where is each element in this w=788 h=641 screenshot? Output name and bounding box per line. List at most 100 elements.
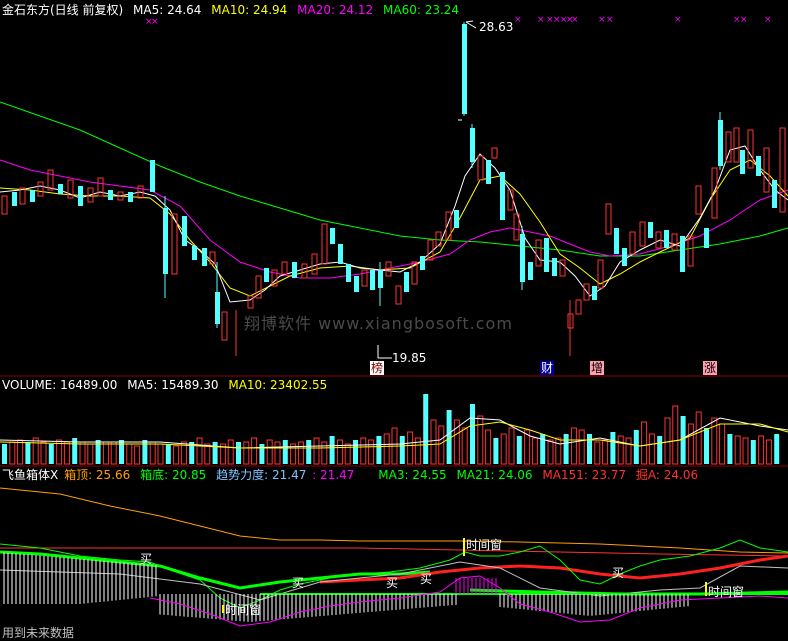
volume-bar bbox=[734, 435, 741, 465]
svg-text:×: × bbox=[674, 15, 682, 25]
volume-panel-header: VOLUME: 16489.00 MA5: 15489.30 MA10: 234… bbox=[2, 377, 333, 393]
volume-bar bbox=[336, 439, 343, 465]
volume-bar bbox=[48, 444, 54, 464]
volume-bar bbox=[711, 417, 718, 465]
volume-bar bbox=[531, 437, 538, 465]
svg-text:×: × bbox=[151, 17, 159, 27]
low-price-label: 19.85 bbox=[392, 351, 427, 365]
volume-bars bbox=[2, 394, 780, 465]
volume-bar bbox=[687, 423, 694, 465]
time-window-label-3: 时间窗 bbox=[708, 585, 745, 599]
event-tag-zhang[interactable]: 涨 bbox=[703, 361, 718, 375]
volume-bar bbox=[485, 429, 492, 465]
volume-bar bbox=[672, 405, 679, 465]
volume-bar bbox=[329, 436, 335, 464]
trend2-value: : 21.47 bbox=[312, 468, 355, 482]
volume-bar bbox=[173, 445, 180, 465]
volume-bar bbox=[438, 425, 445, 465]
volume-bar bbox=[251, 437, 258, 465]
volume-bar bbox=[578, 429, 585, 465]
footer-note: 用到未来数据 bbox=[2, 626, 75, 640]
volume-bar bbox=[102, 441, 109, 465]
volume-bar bbox=[297, 441, 304, 465]
volume-bar bbox=[376, 436, 382, 464]
event-tag-cai[interactable]: 财 bbox=[540, 361, 555, 375]
volume-bar bbox=[282, 440, 288, 464]
volume-bar bbox=[610, 432, 616, 464]
volume-bar bbox=[32, 437, 39, 465]
buy-label-3: 买 bbox=[386, 576, 399, 590]
volume-bar bbox=[587, 434, 592, 464]
signal-markers: ×× × × × × ××× × × × × × × bbox=[145, 15, 772, 27]
box-bottom-value: 箱底: 20.85 bbox=[140, 468, 207, 482]
volume-bar bbox=[368, 439, 375, 465]
volume-bar bbox=[774, 434, 780, 464]
time-window-label-2: 时间窗 bbox=[466, 538, 503, 552]
volume-bar bbox=[633, 430, 639, 464]
volume-bar bbox=[2, 444, 7, 464]
high-price-marker bbox=[465, 20, 477, 29]
volume-bar bbox=[657, 436, 663, 464]
volume-value: VOLUME: 16489.00 bbox=[2, 378, 118, 392]
svg-text:×: × bbox=[537, 15, 545, 25]
volume-bar bbox=[750, 440, 756, 464]
indicator-name[interactable]: 飞鱼箱体X bbox=[2, 468, 58, 482]
volume-bar bbox=[516, 436, 522, 464]
volume-bar bbox=[742, 437, 749, 465]
buy-label-2: 买 bbox=[292, 576, 305, 590]
box-top-value: 箱顶: 25.66 bbox=[64, 468, 131, 482]
high-price-label: 28.63 bbox=[479, 20, 514, 34]
svg-text:×: × bbox=[740, 15, 748, 25]
ma3-value: MA3: 24.55 bbox=[378, 468, 447, 482]
candlesticks bbox=[1, 22, 786, 356]
volume-bar bbox=[110, 441, 117, 465]
volume-bar bbox=[165, 444, 171, 464]
volume-bar bbox=[63, 441, 70, 465]
volume-bar bbox=[570, 427, 577, 465]
volume-bar bbox=[87, 443, 94, 465]
volume-bar bbox=[321, 441, 328, 465]
volume-bar bbox=[648, 433, 655, 465]
volume-bar bbox=[306, 440, 312, 464]
hatch-area bbox=[3, 552, 689, 622]
svg-text:×: × bbox=[571, 15, 579, 25]
volume-bar bbox=[602, 439, 609, 465]
ma10-line bbox=[0, 159, 788, 297]
volume-bar bbox=[243, 441, 250, 465]
volume-bar bbox=[25, 442, 31, 464]
volume-bar bbox=[399, 436, 405, 464]
volume-bar bbox=[508, 427, 515, 465]
volume-bar bbox=[695, 411, 702, 465]
box-bottom-line bbox=[0, 547, 788, 557]
volume-bar bbox=[227, 439, 234, 465]
volume-bar bbox=[134, 445, 141, 465]
volume-bar bbox=[126, 443, 133, 465]
volume-bar bbox=[17, 439, 24, 465]
volume-bar bbox=[423, 394, 429, 464]
buy-label-4: 买 bbox=[420, 572, 433, 586]
event-tag-bang[interactable]: 榜 bbox=[370, 361, 385, 375]
volume-bar bbox=[563, 434, 569, 464]
trend-value: 趋势力度: 21.47 bbox=[216, 468, 307, 482]
volume-bar bbox=[758, 435, 765, 465]
volume-bar bbox=[196, 437, 203, 465]
volume-bar bbox=[236, 442, 241, 464]
volume-bar bbox=[157, 443, 164, 465]
volume-bar bbox=[500, 433, 507, 465]
svg-text:×: × bbox=[764, 15, 772, 25]
volume-bar bbox=[727, 434, 733, 464]
box-top-line bbox=[0, 487, 788, 554]
volume-bar bbox=[461, 427, 468, 465]
volume-bar bbox=[493, 438, 499, 464]
event-tag-zeng[interactable]: 增 bbox=[590, 361, 605, 375]
svg-text:×: × bbox=[598, 15, 606, 25]
volume-bar bbox=[704, 428, 709, 464]
volume-bar bbox=[477, 415, 484, 465]
jue-value: 掘A: 24.06 bbox=[635, 468, 699, 482]
indicator-panel-header: 飞鱼箱体X 箱顶: 25.66 箱底: 20.85 趋势力度: 21.47 : … bbox=[2, 467, 704, 483]
volume-bar bbox=[274, 441, 281, 465]
volume-bar bbox=[313, 437, 320, 465]
ma5-line bbox=[0, 145, 788, 303]
svg-text:×: × bbox=[606, 15, 614, 25]
ma21-value: MA21: 24.06 bbox=[456, 468, 533, 482]
